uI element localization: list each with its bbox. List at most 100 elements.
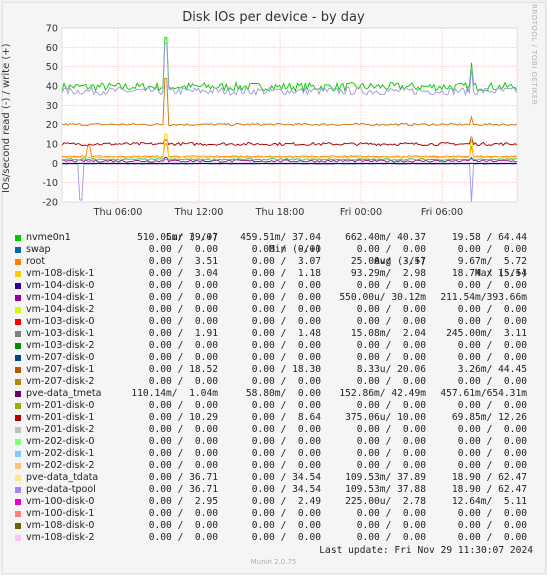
legend-max-value: 0.00 / 0.00 (457, 376, 527, 387)
legend-series-name: vm-202-disk-0 (26, 436, 95, 447)
y-tick-label: 40 (46, 82, 58, 93)
legend-series-name: vm-108-disk-1 (26, 268, 95, 279)
legend-avg-value: 8.33u/ 20.06 (356, 364, 426, 375)
legend-swatch (15, 295, 21, 301)
legend-row: vm-104-disk-1 0.00 / 0.00 0.00 / 0.00 550.0… (0, 292, 547, 304)
legend-cur-value: 0.00 / 0.00 (148, 436, 218, 447)
legend-series-name: vm-201-disk-2 (26, 424, 95, 435)
legend-avg-value: 225.00u/ 2.78 (345, 496, 426, 507)
legend-row: nvme0n1 510.05m/ 39.07 459.51m/ 37.04 662.4… (0, 232, 547, 244)
legend-cur-value: 0.00 / 3.51 (148, 256, 218, 267)
legend-cur-value: 0.00 / 0.00 (148, 340, 218, 351)
legend-max-value: 0.00 / 0.00 (457, 400, 527, 411)
legend-swatch (15, 331, 21, 337)
y-tick-label: 60 (46, 43, 58, 54)
legend-avg-value: 0.00 / 0.00 (356, 316, 426, 327)
legend-avg-value: 0.00 / 0.00 (356, 460, 426, 471)
legend-swatch (15, 271, 21, 277)
legend-series-name: pve-data_tmeta (26, 388, 102, 399)
legend-avg-value: 375.06u/ 10.00 (345, 412, 426, 423)
legend-min-value: 0.00 / 0.00 (251, 520, 321, 531)
legend-avg-value: 0.00 / 0.00 (356, 352, 426, 363)
legend-row: vm-100-disk-0 0.00 / 2.95 0.00 / 2.49 225.0… (0, 496, 547, 508)
legend-avg-value: 662.40m/ 40.37 (345, 232, 426, 243)
legend-max-value: 0.00 / 0.00 (457, 460, 527, 471)
legend-min-value: 0.00 / 0.00 (251, 292, 321, 303)
plot-area (62, 28, 517, 202)
legend-min-value: 0.00 / 0.00 (251, 532, 321, 543)
legend-max-value: 18.74 / 15.54 (451, 268, 527, 279)
legend-swatch (15, 283, 21, 289)
legend-series-name: vm-201-disk-0 (26, 400, 95, 411)
legend-series-name: vm-201-disk-1 (26, 412, 95, 423)
legend-min-value: 0.00 / 0.00 (251, 436, 321, 447)
y-tick-label: 20 (46, 120, 58, 131)
legend-series-name: vm-103-disk-0 (26, 316, 95, 327)
legend-avg-value: 15.08m/ 2.04 (350, 328, 426, 339)
legend-max-value: 18.90 / 62.47 (451, 484, 527, 495)
legend-avg-value: 0.00 / 0.00 (356, 448, 426, 459)
legend-row: vm-103-disk-2 0.00 / 0.00 0.00 / 0.00 0.00 … (0, 340, 547, 352)
legend-cur-value: 0.00 / 0.00 (148, 376, 218, 387)
legend-min-value: 0.00 / 34.54 (251, 484, 321, 495)
legend-row: vm-104-disk-0 0.00 / 0.00 0.00 / 0.00 0.00 … (0, 280, 547, 292)
legend-swatch (15, 499, 21, 505)
legend-row: vm-202-disk-0 0.00 / 0.00 0.00 / 0.00 0.00 … (0, 436, 547, 448)
legend-min-value: 0.00 / 0.00 (251, 352, 321, 363)
legend-series-name: vm-207-disk-0 (26, 352, 95, 363)
legend-cur-value: 0.00 / 0.00 (148, 280, 218, 291)
legend-series-name: pve-data_tdata (26, 472, 99, 483)
legend-swatch (15, 343, 21, 349)
legend-avg-value: 0.00 / 0.00 (356, 340, 426, 351)
legend-max-value: 18.90 / 62.47 (451, 472, 527, 483)
legend-swatch (15, 355, 21, 361)
legend-avg-value: 0.00 / 0.00 (356, 436, 426, 447)
y-tick-label: 0 (52, 159, 58, 170)
legend-series-name: vm-100-disk-0 (26, 496, 95, 507)
legend-min-value: 0.00 / 1.18 (251, 268, 321, 279)
legend-avg-value: 25.00u/ 3.57 (350, 256, 426, 267)
legend-cur-value: 0.00 / 0.00 (148, 508, 218, 519)
legend-max-value: 0.00 / 0.00 (457, 352, 527, 363)
x-tick-label: Fri 06:00 (421, 207, 463, 218)
legend-row: vm-202-disk-1 0.00 / 0.00 0.00 / 0.00 0.00 … (0, 448, 547, 460)
legend-min-value: 0.00 / 3.07 (251, 256, 321, 267)
legend-min-value: 0.00 / 0.00 (251, 316, 321, 327)
legend-swatch (15, 511, 21, 517)
legend-avg-value: 550.00u/ 30.12m (339, 292, 426, 303)
legend-swatch (15, 367, 21, 373)
legend-series-name: vm-103-disk-2 (26, 340, 95, 351)
legend-min-value: 0.00 / 0.00 (251, 244, 321, 255)
legend-avg-value: 0.00 / 0.00 (356, 400, 426, 411)
legend-max-value: 0.00 / 0.00 (457, 244, 527, 255)
legend-row: vm-103-disk-0 0.00 / 0.00 0.00 / 0.00 0.00 … (0, 316, 547, 328)
legend-cur-value: 0.00 / 3.04 (148, 268, 218, 279)
legend-row: vm-201-disk-0 0.00 / 0.00 0.00 / 0.00 0.00 … (0, 400, 547, 412)
legend-swatch (15, 319, 21, 325)
legend-cur-value: 0.00 / 10.29 (148, 412, 218, 423)
legend-cur-value: 0.00 / 0.00 (148, 352, 218, 363)
legend-max-value: 0.00 / 0.00 (457, 316, 527, 327)
legend-row: vm-202-disk-2 0.00 / 0.00 0.00 / 0.00 0.00 … (0, 460, 547, 472)
legend-cur-value: 0.00 / 0.00 (148, 460, 218, 471)
legend-min-value: 0.00 / 0.00 (251, 508, 321, 519)
legend-row: vm-103-disk-1 0.00 / 1.91 0.00 / 1.48 15.08… (0, 328, 547, 340)
legend-swatch (15, 235, 21, 241)
legend-series-name: root (26, 256, 46, 267)
legend-series-name: vm-100-disk-1 (26, 508, 95, 519)
y-tick-label: 30 (46, 101, 58, 112)
y-tick-label: 70 (46, 24, 58, 35)
legend-max-value: 0.00 / 0.00 (457, 436, 527, 447)
legend-series-name: swap (26, 244, 51, 255)
legend-series-name: vm-202-disk-2 (26, 460, 95, 471)
legend-swatch (15, 451, 21, 457)
legend-swatch (15, 475, 21, 481)
legend-avg-value: 0.00 / 0.00 (356, 532, 426, 543)
chart-svg: -20 -10 0 10 20 30 40 50 60 70 Thu 06:00 Thu 12:00 T… (42, 24, 518, 218)
legend-cur-value: 0.00 / 1.91 (148, 328, 218, 339)
legend-min-value: 0.00 / 0.00 (251, 280, 321, 291)
legend-avg-value: 109.53m/ 37.88 (345, 484, 426, 495)
legend-row: vm-108-disk-1 0.00 / 3.04 0.00 / 1.18 93.29… (0, 268, 547, 280)
legend-min-value: 0.00 / 8.64 (251, 412, 321, 423)
legend-row: vm-108-disk-0 0.00 / 0.00 0.00 / 0.00 0.00 … (0, 520, 547, 532)
